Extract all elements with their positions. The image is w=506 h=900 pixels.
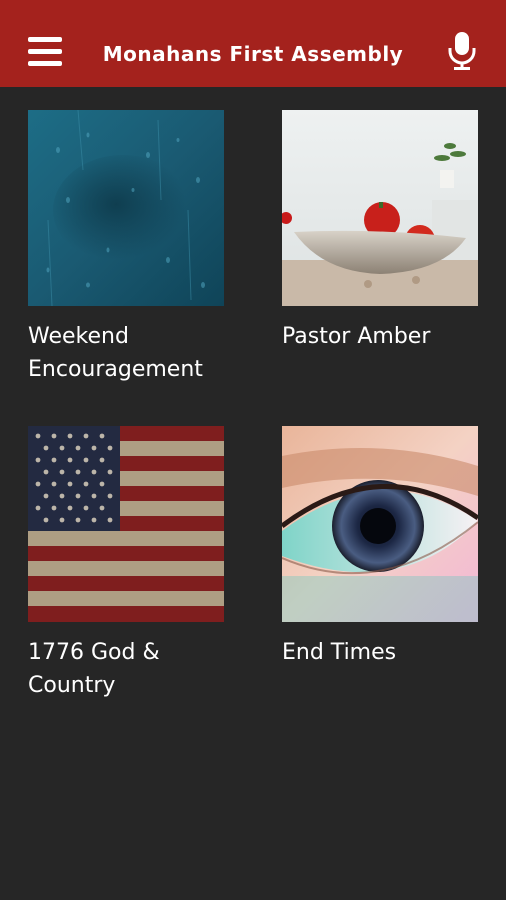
tile-weekend-encouragement[interactable]: Weekend Encouragement xyxy=(28,110,224,386)
fruit-bowl-image xyxy=(282,110,478,306)
tile-end-times[interactable]: End Times xyxy=(282,426,478,669)
american-flag-image xyxy=(28,426,224,622)
rain-on-glass-image xyxy=(28,110,224,306)
tile-pastor-amber[interactable]: Pastor Amber xyxy=(282,110,478,353)
app-header: Monahans First Assembly xyxy=(0,0,506,87)
tile-label: Pastor Amber xyxy=(282,324,431,349)
tile-label: End Times xyxy=(282,640,397,665)
app-title: Monahans First Assembly xyxy=(102,42,404,66)
tile-1776-god-country[interactable]: 1776 God & Country xyxy=(28,426,224,702)
tile-label: 1776 God & Country xyxy=(28,640,160,698)
hamburger-menu-icon[interactable] xyxy=(28,37,62,67)
microphone-icon[interactable] xyxy=(446,31,478,71)
eye-closeup-image xyxy=(282,426,478,622)
tile-label: Weekend Encouragement xyxy=(28,324,203,382)
